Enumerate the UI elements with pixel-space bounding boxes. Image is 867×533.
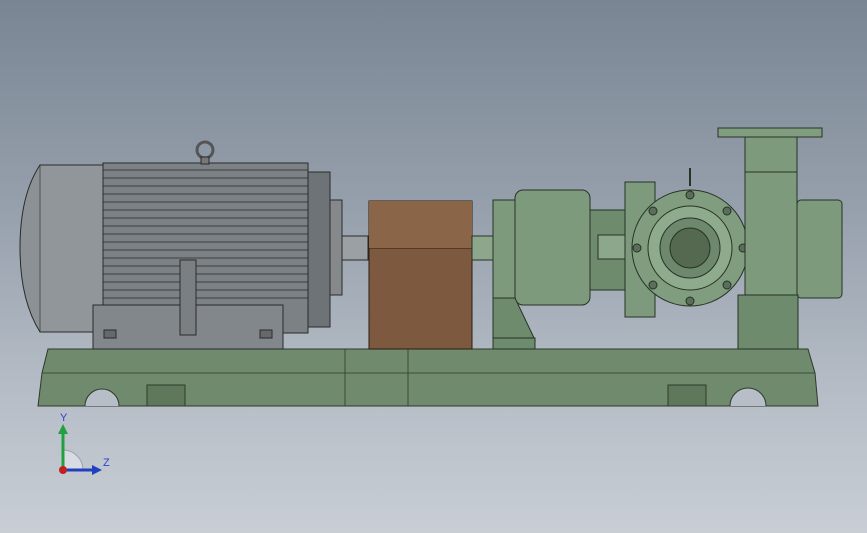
pump-casing[interactable] [624, 169, 843, 350]
z-axis-label: Z [103, 457, 110, 469]
origin-dot [59, 466, 67, 474]
y-axis-label: Y [60, 412, 68, 424]
baseplate[interactable] [37, 348, 819, 407]
pump-assembly-model[interactable] [0, 0, 867, 533]
coupling-guard[interactable] [368, 200, 473, 350]
pump-bearing-housing[interactable] [471, 189, 639, 350]
cad-viewport[interactable]: Y Z [0, 0, 867, 533]
electric-motor[interactable] [19, 140, 369, 350]
discharge-flange[interactable] [717, 127, 823, 173]
coordinate-triad: Y Z [40, 410, 130, 490]
